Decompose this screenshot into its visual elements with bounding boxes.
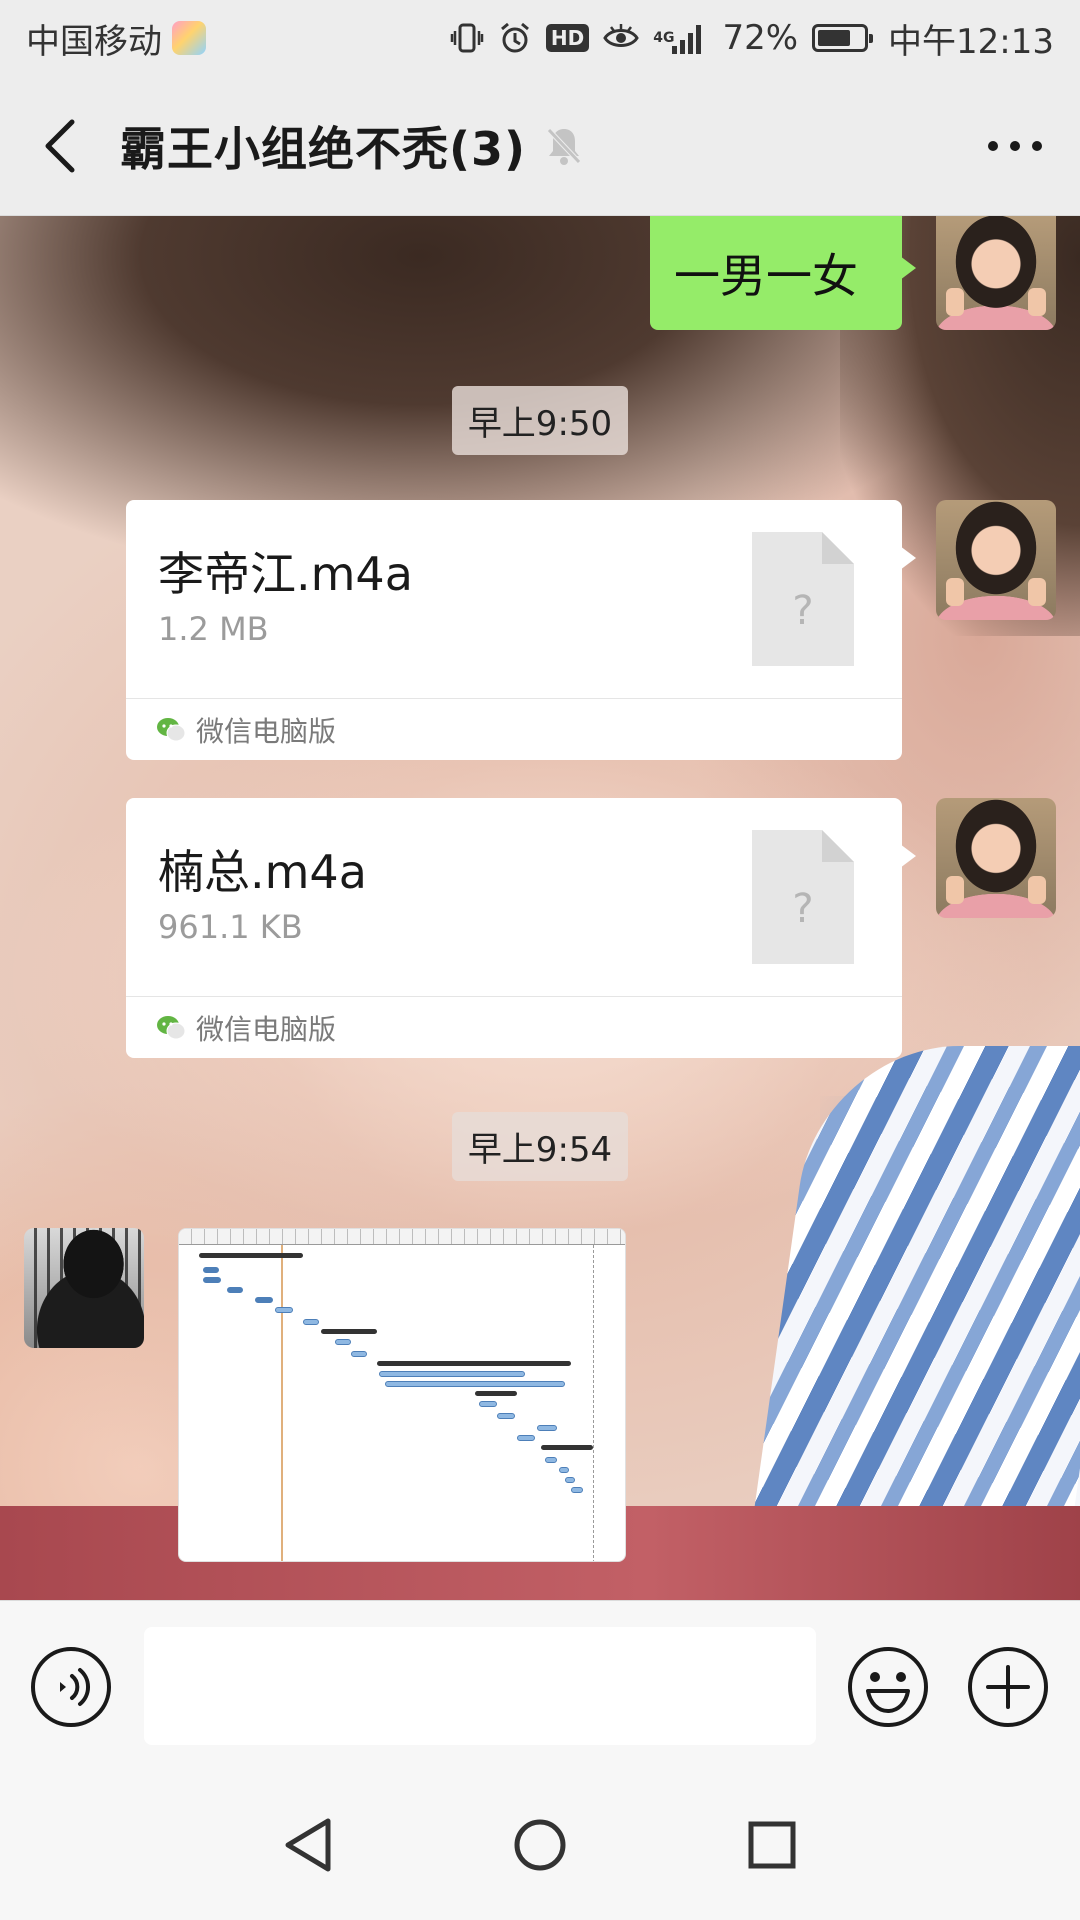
battery-icon [812,24,874,52]
chat-header: 霸王小组绝不秃(3) [0,76,1080,216]
more-options-button[interactable] [950,76,1080,216]
gantt-image-bar [541,1445,593,1450]
gantt-image-bar [571,1487,583,1493]
message-input[interactable] [144,1627,816,1745]
file-message-card[interactable]: 楠总.m4a 961.1 KB ? 微信电脑版 [126,798,916,1058]
signal-icon: 4G [653,22,708,54]
nav-back-icon [285,1818,331,1872]
unknown-file-icon: ? [752,532,854,666]
voice-input-button[interactable] [30,1646,112,1728]
eye-comfort-icon [603,23,639,53]
system-nav-bar [0,1770,1080,1920]
gantt-image-bar [303,1319,319,1325]
file-icon-symbol: ? [792,588,813,634]
nav-home-button[interactable] [504,1809,576,1881]
gantt-image-bar [203,1267,219,1273]
timestamp-label: 早上9:54 [451,1112,629,1181]
emoji-button[interactable] [846,1645,930,1729]
chat-title[interactable]: 霸王小组绝不秃(3) [120,113,526,179]
gantt-image-bar [227,1287,243,1293]
wechat-chat-screen: 中国移动 HD 4G 72% 中午12:13 霸王小组绝不秃(3) 一男一女 早… [0,0,1080,1920]
file-name: 李帝江.m4a [158,547,413,601]
file-source-footer: 微信电脑版 [126,996,902,1058]
gantt-image-bar [335,1339,351,1345]
gantt-image-bar [255,1297,273,1303]
gantt-image-today-line [281,1245,283,1561]
wechat-pc-icon [157,717,186,741]
alarm-icon [498,21,532,55]
gantt-image-bar [377,1361,571,1366]
avatar-self[interactable] [936,216,1056,330]
app-notification-icon [172,21,206,55]
gantt-image-bar [537,1425,557,1431]
gantt-image-bar [475,1391,517,1396]
more-dots-icon [988,140,1042,151]
plus-icon [968,1647,1048,1727]
gantt-image-bar [199,1253,303,1258]
nav-home-icon [514,1819,566,1871]
gantt-image-bar [379,1371,525,1377]
gantt-image-bar [545,1457,557,1463]
avatar-self[interactable] [936,500,1056,620]
file-name: 楠总.m4a [158,845,367,899]
timestamp: 早上9:50 [0,386,1080,455]
gantt-image-bar [203,1277,221,1283]
gantt-image-bar [517,1435,535,1441]
gantt-image-bar [321,1329,377,1334]
nav-recents-icon [748,1821,796,1869]
avatar-other[interactable] [24,1228,144,1348]
file-size: 961.1 KB [158,908,303,946]
gantt-image-bar [351,1351,367,1357]
bell-off-icon [544,125,584,167]
file-icon-symbol: ? [792,886,813,932]
more-actions-button[interactable] [966,1645,1050,1729]
vibrate-icon [450,21,484,55]
file-source-footer: 微信电脑版 [126,698,902,760]
voice-icon [31,1647,111,1727]
unknown-file-icon: ? [752,830,854,964]
carrier-label: 中国移动 [26,21,162,62]
nav-back-button[interactable] [272,1809,344,1881]
hd-voice-badge: HD [545,24,590,52]
timestamp-label: 早上9:50 [451,386,629,455]
gantt-image-bar [479,1401,497,1407]
back-button[interactable] [0,76,120,216]
file-size: 1.2 MB [158,610,269,648]
gantt-image-header [179,1229,625,1245]
wechat-pc-icon [157,1015,186,1039]
image-message[interactable] [178,1228,626,1562]
gantt-image-bar [565,1477,575,1483]
gantt-image-deadline-line [593,1245,594,1561]
gantt-image-bar [275,1307,293,1313]
nav-recents-button[interactable] [736,1809,808,1881]
input-bar [0,1600,1080,1770]
file-source-label: 微信电脑版 [196,714,337,748]
avatar-self[interactable] [936,798,1056,918]
gantt-image-bar [497,1413,515,1419]
gantt-image-bar [385,1381,565,1387]
status-bar: 中国移动 HD 4G 72% 中午12:13 [0,0,1080,76]
back-arrow-icon [45,119,75,172]
gantt-image-bar [559,1467,569,1473]
clock: 中午12:13 [888,21,1054,62]
file-source-label: 微信电脑版 [196,1012,337,1046]
message-text: 一男一女 [674,249,858,303]
emoji-icon [848,1647,928,1727]
battery-percent: 72% [722,18,799,58]
chat-message-list[interactable]: 一男一女 早上9:50 李帝江.m4a 1.2 MB ? 微信电脑版 楠总.m4… [0,216,1080,1600]
text-message-bubble[interactable]: 一男一女 [650,216,916,330]
file-message-card[interactable]: 李帝江.m4a 1.2 MB ? 微信电脑版 [126,500,916,760]
timestamp: 早上9:54 [0,1112,1080,1181]
